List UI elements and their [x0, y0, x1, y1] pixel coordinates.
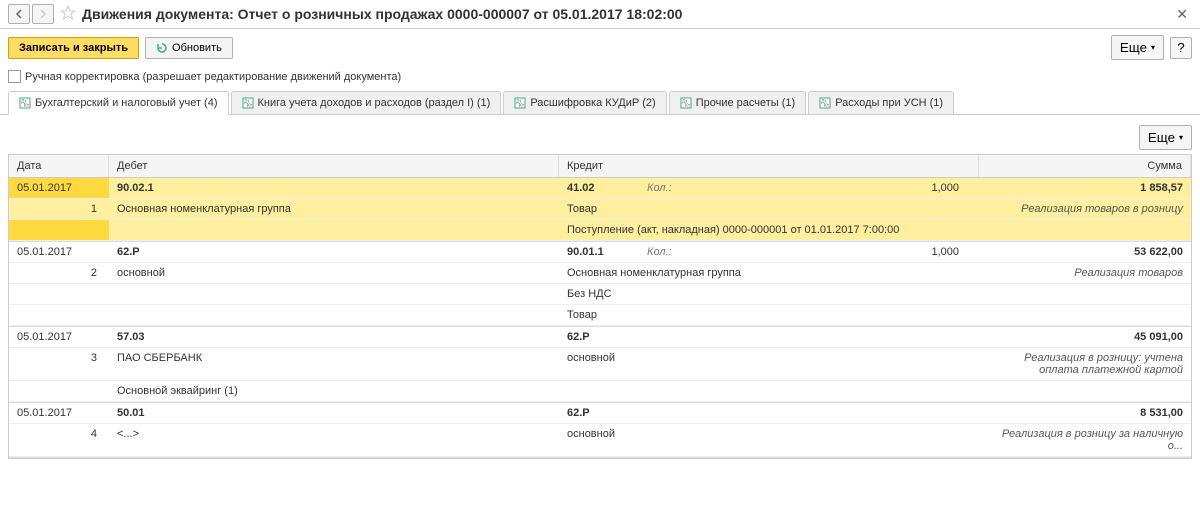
nav-back-button[interactable]: [8, 4, 30, 24]
close-button[interactable]: ✕: [1172, 6, 1192, 23]
table-row[interactable]: 05.01.201757.0362.Р45 091,00 3ПАО СБЕРБАН…: [9, 327, 1191, 403]
cell-sum: 8 531,00: [979, 403, 1191, 423]
save-close-button[interactable]: Записать и закрыть: [8, 37, 139, 59]
cell-credit-detail: Поступление (акт, накладная) 0000-000001…: [559, 220, 979, 240]
tab-4[interactable]: ДтКтРасходы при УСН (1): [808, 91, 954, 114]
svg-text:Кт: Кт: [685, 103, 691, 109]
cell-sum-desc: Реализация товаров в розницу: [979, 199, 1191, 219]
tab-icon: ДтКт: [19, 97, 31, 109]
cell-row-num: 2: [9, 263, 109, 283]
svg-text:Кт: Кт: [824, 103, 830, 109]
col-header-sum[interactable]: Сумма: [979, 155, 1191, 177]
svg-text:Кт: Кт: [24, 103, 30, 109]
table-row[interactable]: 05.01.201750.0162.Р8 531,00 4<...>основно…: [9, 403, 1191, 458]
chevron-down-icon: ▾: [1151, 43, 1155, 52]
cell-debit-account: 90.02.1: [109, 178, 559, 198]
cell-debit-detail: [109, 220, 559, 240]
col-header-debit[interactable]: Дебет: [109, 155, 559, 177]
cell-row-num: 3: [9, 348, 109, 380]
cell-sum: 1 858,57: [979, 178, 1191, 198]
help-button[interactable]: ?: [1170, 37, 1192, 59]
manual-edit-checkbox[interactable]: [8, 70, 21, 83]
cell-date: 05.01.2017: [9, 242, 109, 262]
cell-row-num: [9, 305, 109, 325]
cell-date: 05.01.2017: [9, 178, 109, 198]
cell-sum-desc: Реализация товаров: [979, 263, 1191, 283]
col-header-date[interactable]: Дата: [9, 155, 109, 177]
cell-debit-account: 57.03: [109, 327, 559, 347]
tab-icon: ДтКт: [680, 97, 692, 109]
svg-text:Кт: Кт: [519, 103, 525, 109]
refresh-icon: [156, 42, 168, 54]
cell-credit-detail: Товар: [559, 199, 979, 219]
cell-sum-desc: [979, 220, 1191, 240]
cell-row-num: [9, 381, 109, 401]
cell-sum-desc: [979, 305, 1191, 325]
more-button[interactable]: Еще ▾: [1111, 35, 1164, 60]
cell-row-num: 1: [9, 199, 109, 219]
tab-1[interactable]: ДтКтКнига учета доходов и расходов (разд…: [231, 91, 502, 114]
chevron-down-icon: ▾: [1179, 133, 1183, 142]
cell-debit-detail: Основной эквайринг (1): [109, 381, 559, 401]
cell-credit-detail: [559, 381, 979, 401]
tab-icon: ДтКт: [819, 97, 831, 109]
cell-credit-account: 62.Р: [559, 327, 979, 347]
accounting-grid: Дата Дебет Кредит Сумма 05.01.201790.02.…: [8, 154, 1192, 459]
cell-row-num: [9, 284, 109, 304]
col-header-credit[interactable]: Кредит: [559, 155, 979, 177]
tab-icon: ДтКт: [514, 97, 526, 109]
cell-credit-detail: Без НДС: [559, 284, 979, 304]
cell-debit-account: 50.01: [109, 403, 559, 423]
nav-forward-button[interactable]: [32, 4, 54, 24]
favorite-star-icon[interactable]: [60, 5, 76, 24]
cell-debit-account: 62.Р: [109, 242, 559, 262]
cell-sum-desc: [979, 381, 1191, 401]
table-row[interactable]: 05.01.201790.02.141.02Кол.:1,0001 858,57…: [9, 178, 1191, 242]
manual-edit-label: Ручная корректировка (разрешает редактир…: [25, 71, 401, 83]
page-title: Движения документа: Отчет о розничных пр…: [82, 6, 1172, 22]
cell-debit-detail: [109, 284, 559, 304]
cell-date: 05.01.2017: [9, 403, 109, 423]
cell-row-num: [9, 220, 109, 240]
cell-debit-detail: <...>: [109, 424, 559, 456]
tabs-bar: ДтКтБухгалтерский и налоговый учет (4)Дт…: [0, 91, 1200, 115]
tab-icon: ДтКт: [242, 97, 254, 109]
cell-credit-account: 41.02Кол.:1,000: [559, 178, 979, 198]
tab-2[interactable]: ДтКтРасшифровка КУДиР (2): [503, 91, 666, 114]
cell-credit-account: 90.01.1Кол.:1,000: [559, 242, 979, 262]
cell-date: 05.01.2017: [9, 327, 109, 347]
tab-0[interactable]: ДтКтБухгалтерский и налоговый учет (4): [8, 91, 229, 115]
cell-credit-detail: основной: [559, 348, 979, 380]
tab-3[interactable]: ДтКтПрочие расчеты (1): [669, 91, 807, 114]
cell-sum-desc: [979, 284, 1191, 304]
cell-credit-detail: Товар: [559, 305, 979, 325]
cell-sum: 45 091,00: [979, 327, 1191, 347]
cell-sum-desc: Реализация в розницу: учтена оплата плат…: [979, 348, 1191, 380]
cell-debit-detail: основной: [109, 263, 559, 283]
grid-more-button[interactable]: Еще ▾: [1139, 125, 1192, 150]
cell-sum-desc: Реализация в розницу за наличную о...: [979, 424, 1191, 456]
cell-credit-detail: основной: [559, 424, 979, 456]
cell-row-num: 4: [9, 424, 109, 456]
svg-text:Кт: Кт: [247, 103, 253, 109]
cell-debit-detail: [109, 305, 559, 325]
cell-debit-detail: ПАО СБЕРБАНК: [109, 348, 559, 380]
cell-sum: 53 622,00: [979, 242, 1191, 262]
refresh-button[interactable]: Обновить: [145, 37, 233, 59]
table-row[interactable]: 05.01.201762.Р90.01.1Кол.:1,00053 622,00…: [9, 242, 1191, 327]
cell-credit-account: 62.Р: [559, 403, 979, 423]
cell-debit-detail: Основная номенклатурная группа: [109, 199, 559, 219]
cell-credit-detail: Основная номенклатурная группа: [559, 263, 979, 283]
